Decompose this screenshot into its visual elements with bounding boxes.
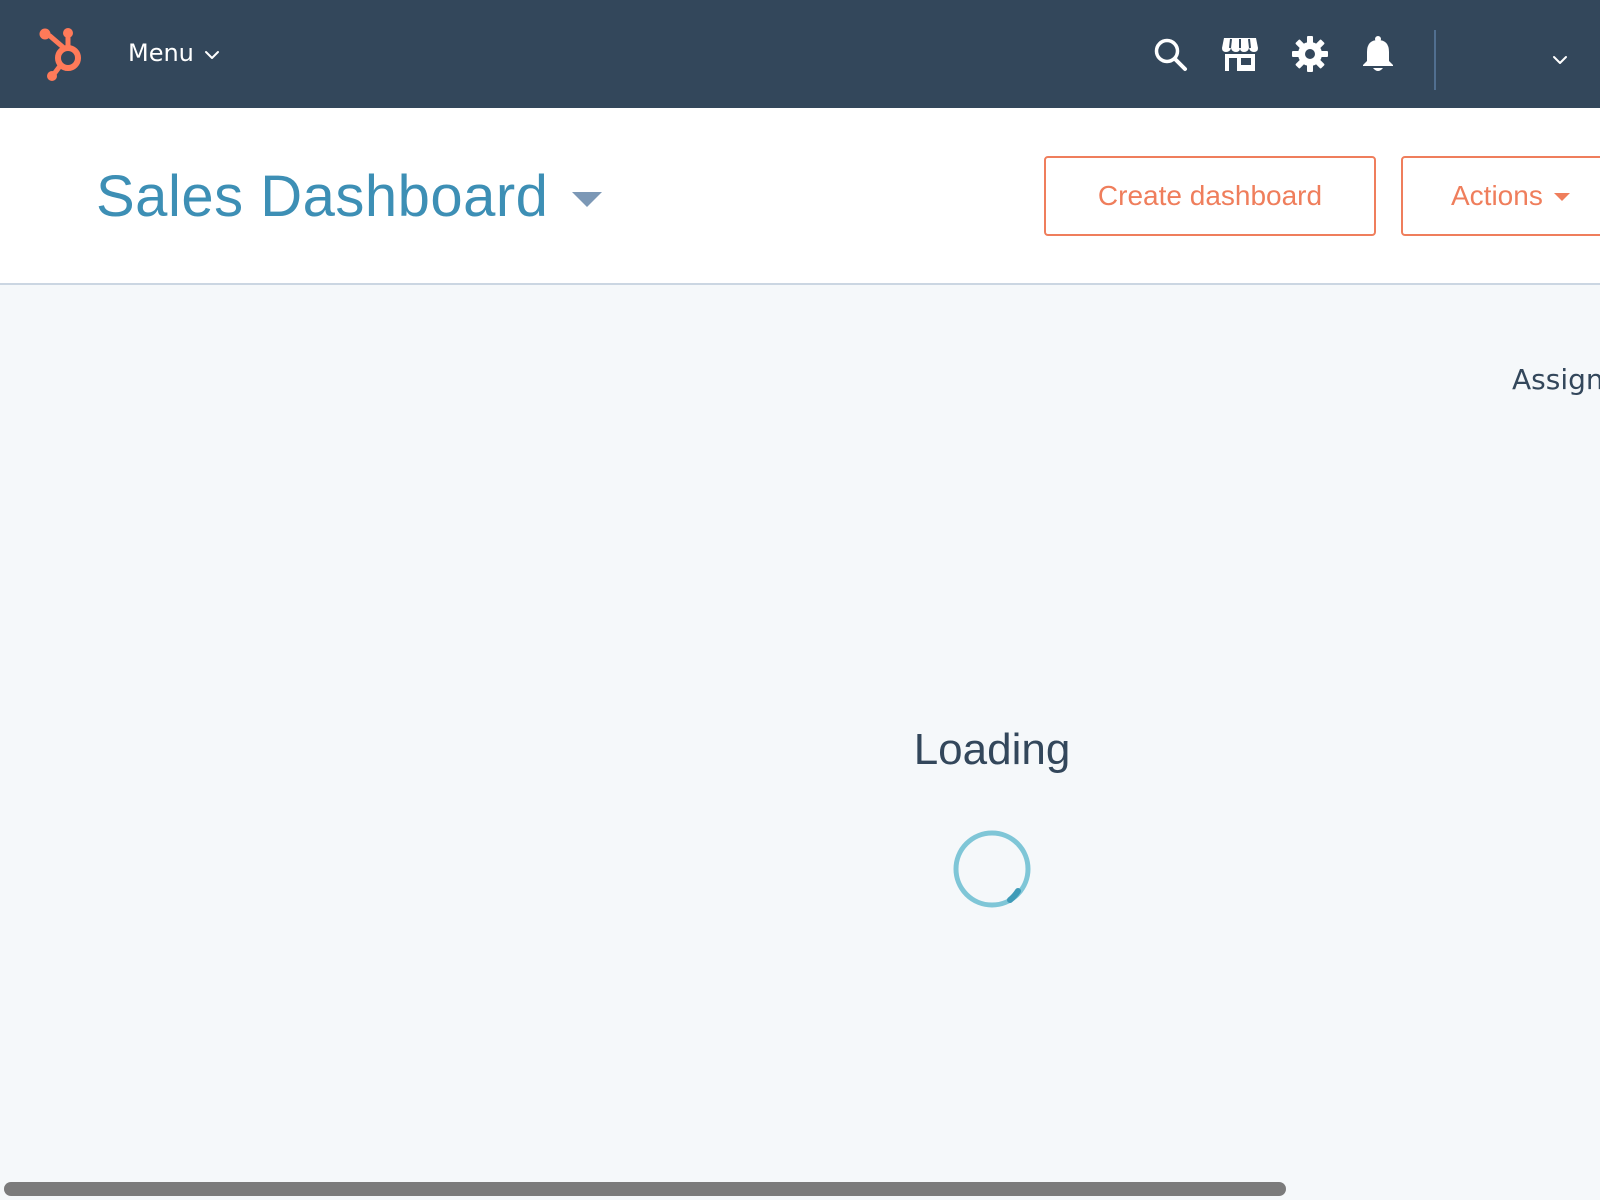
- account-menu-chevron-down-icon[interactable]: [1548, 48, 1572, 72]
- caret-down-icon: [572, 192, 603, 207]
- create-dashboard-button[interactable]: Create dashboard: [1044, 156, 1376, 236]
- dashboard-selector[interactable]: Sales Dashboard: [96, 156, 604, 236]
- chevron-down-icon: [204, 51, 219, 59]
- loading-spinner-icon: [953, 830, 1031, 908]
- nav-divider: [1434, 30, 1436, 90]
- hubspot-logo-icon[interactable]: [36, 26, 92, 82]
- notifications-bell-icon[interactable]: [1358, 34, 1398, 74]
- top-navigation-bar: Menu: [0, 0, 1600, 108]
- assign-link[interactable]: Assign: [1512, 363, 1600, 396]
- actions-dropdown-button[interactable]: Actions: [1401, 156, 1600, 236]
- settings-gear-icon[interactable]: [1290, 34, 1330, 74]
- marketplace-icon[interactable]: [1220, 34, 1260, 74]
- dashboard-content: Assign Loading: [0, 285, 1600, 1200]
- caret-down-icon: [1553, 193, 1570, 201]
- loading-text: Loading: [913, 725, 1071, 774]
- menu-dropdown-toggle[interactable]: Menu: [128, 36, 220, 70]
- app-root: Menu Sales Dashboard Create dashboard Ac…: [0, 0, 1600, 1200]
- page-header: Sales Dashboard Create dashboard Actions: [0, 108, 1600, 285]
- page-title: Sales Dashboard: [96, 163, 549, 229]
- create-dashboard-label: Create dashboard: [1097, 180, 1323, 211]
- actions-label: Actions: [1451, 180, 1543, 211]
- search-icon[interactable]: [1150, 34, 1190, 74]
- horizontal-scrollbar[interactable]: [4, 1182, 1286, 1196]
- menu-label: Menu: [128, 39, 194, 67]
